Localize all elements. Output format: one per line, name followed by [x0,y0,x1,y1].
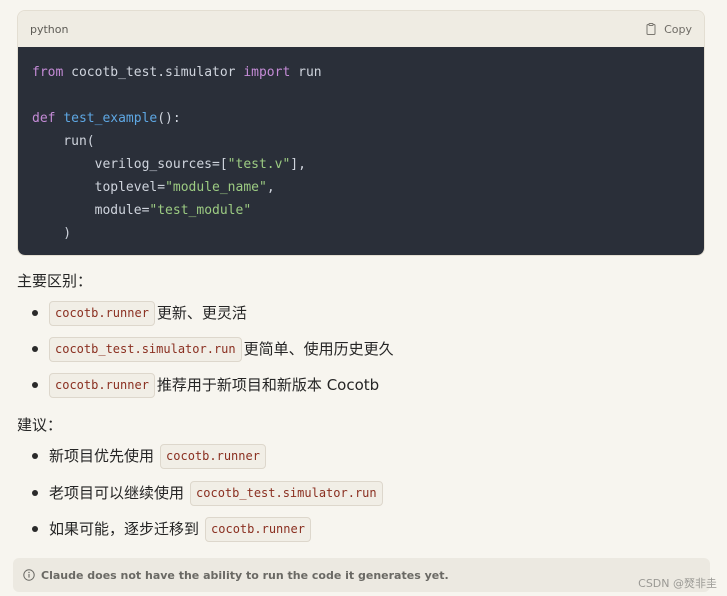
watermark: CSDN @燹非圭 [638,577,717,590]
list-item: 如果可能，逐步迁移到 cocotb.runner [32,516,385,542]
list-item: cocotb.runner 推荐用于新项目和新版本 Cocotb [32,372,394,398]
code-token: , [266,180,275,195]
inline-code: cocotb.runner [49,300,155,326]
suggestions-list: 新项目优先使用 cocotb.runner 老项目可以继续使用 cocotb_t… [32,443,385,542]
code-line: verilog_sources=["test.v"], [32,153,690,176]
notice-text: Claude does not have the ability to run … [41,568,449,582]
list-item-text: 更简单、使用历史更久 [243,340,394,358]
code-line: run( [32,130,690,153]
copy-button[interactable]: Copy [644,22,692,36]
code-token: "test.v" [227,157,291,172]
list-item: 新项目优先使用 cocotb.runner [32,443,385,469]
inline-code: cocotb.runner [160,443,266,469]
differences-list: cocotb.runner 更新、更灵活 cocotb_test.simulat… [32,300,394,398]
run-code-notice: Claude does not have the ability to run … [13,558,710,592]
list-item-text: 如果可能，逐步迁移到 [49,520,200,538]
inline-code: cocotb_test.simulator.run [190,480,383,506]
code-token: (): [157,111,181,126]
code-block-header: python Copy [18,11,704,47]
list-item-text: 推荐用于新项目和新版本 Cocotb [156,376,380,394]
code-token: module= [32,203,150,218]
clipboard-icon [646,23,656,35]
code-line: ) [32,222,690,245]
code-token: ], [290,157,306,172]
bullet-icon [32,453,38,459]
code-line: module="test_module" [32,199,690,222]
inline-code: cocotb.runner [49,372,155,398]
code-block: python Copy from cocotb_test.simulator i… [17,10,705,256]
code-token: from [32,65,64,80]
code-line: def test_example(): [32,107,690,130]
list-item: cocotb.runner 更新、更灵活 [32,300,394,326]
code-token: "test_module" [149,203,252,218]
code-token: test_example [63,111,158,126]
code-token: def [32,111,56,126]
list-item: cocotb_test.simulator.run 更简单、使用历史更久 [32,336,394,362]
code-token: run( [32,134,95,149]
bullet-icon [32,526,38,532]
bullet-icon [32,346,38,352]
list-item-text: 更新、更灵活 [156,304,247,322]
inline-code: cocotb_test.simulator.run [49,336,242,362]
copy-button-label: Copy [664,22,692,36]
code-token: "module_name" [165,180,267,195]
section-title-differences: 主要区别： [17,272,93,290]
code-line: toplevel="module_name", [32,176,690,199]
bullet-icon [32,490,38,496]
code-token: verilog_sources=[ [32,157,228,172]
list-item: 老项目可以继续使用 cocotb_test.simulator.run [32,480,385,506]
bullet-icon [32,382,38,388]
code-language-label: python [30,22,69,36]
code-token: toplevel= [32,180,166,195]
code-content: from cocotb_test.simulator import run de… [18,47,704,255]
code-token: import [243,65,291,80]
list-item-text: 老项目可以继续使用 [49,484,185,502]
code-token: run [290,65,322,80]
bullet-icon [32,310,38,316]
code-line: from cocotb_test.simulator import run [32,61,690,84]
code-token: ) [32,226,72,241]
section-title-suggestions: 建议： [17,416,63,434]
code-token: cocotb_test.simulator [63,65,244,80]
inline-code: cocotb.runner [205,516,311,542]
list-item-text: 新项目优先使用 [49,447,155,465]
info-icon [23,569,35,581]
